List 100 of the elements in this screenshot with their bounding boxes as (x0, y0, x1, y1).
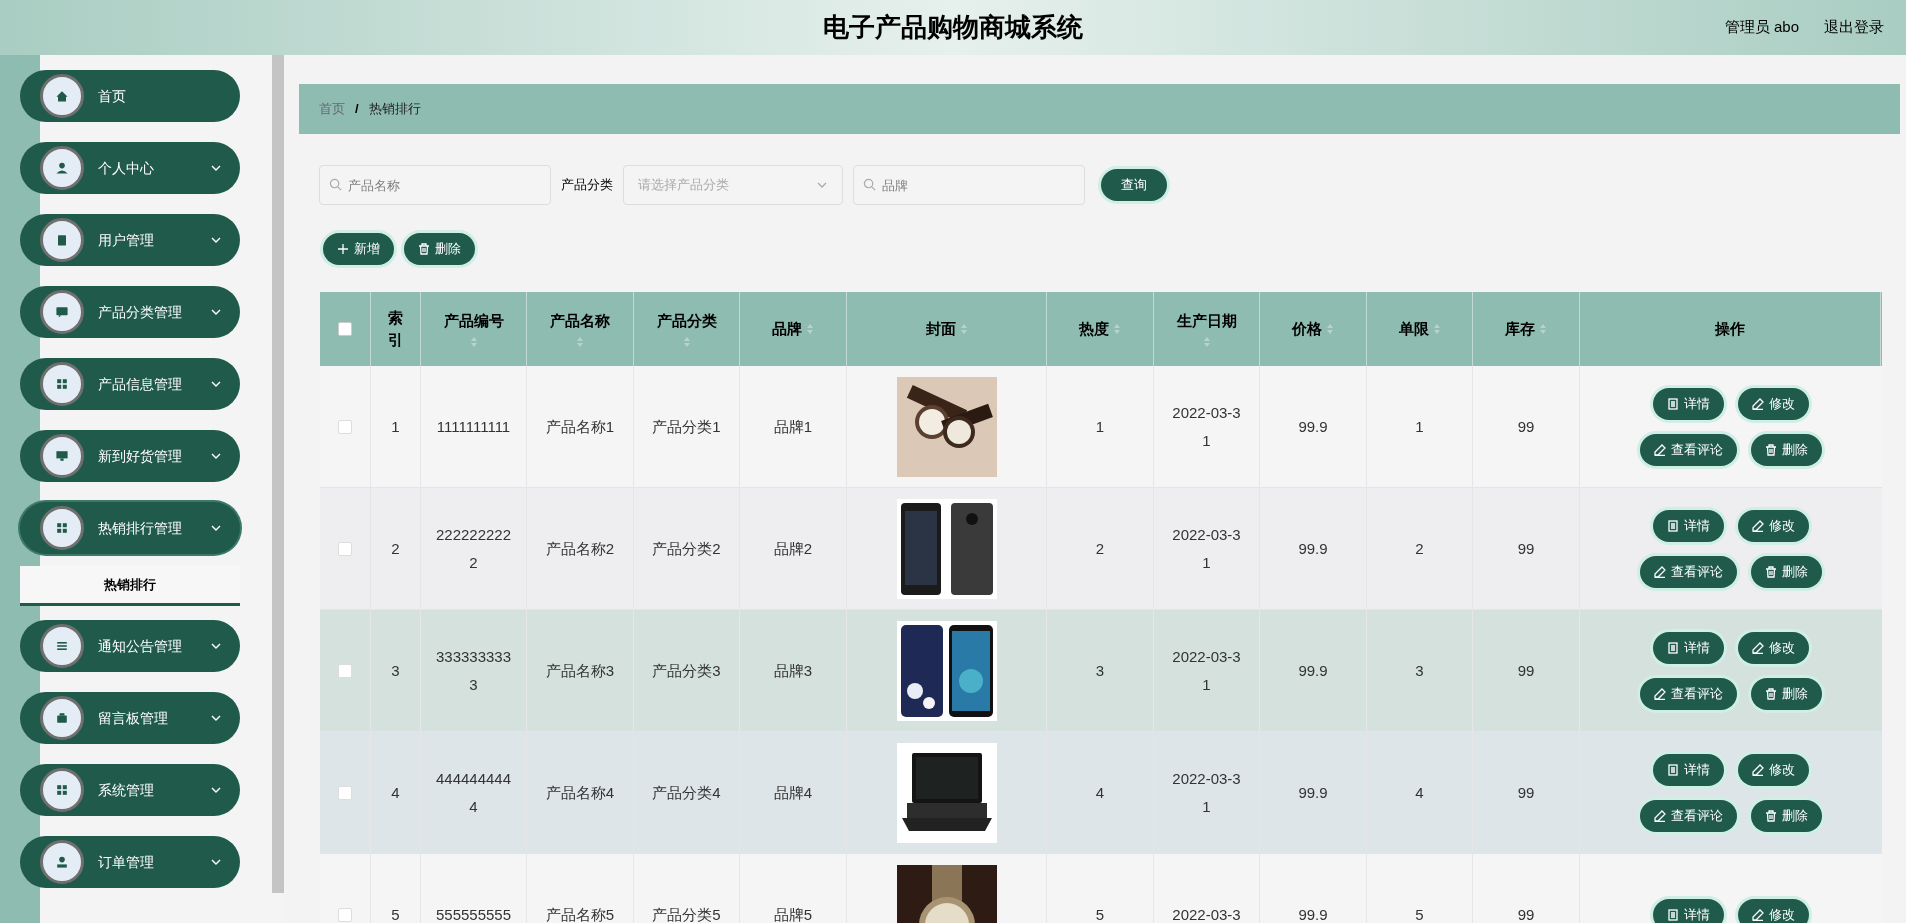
sidebar-item[interactable]: 用户管理 (20, 214, 240, 266)
table-cell-text: 99.9 (1298, 416, 1328, 437)
sort-icon[interactable] (1326, 323, 1334, 335)
sort-icon[interactable] (1432, 323, 1441, 335)
sidebar-item[interactable]: 产品分类管理 (20, 286, 240, 338)
details-button[interactable]: 详情 (1652, 631, 1724, 664)
breadcrumb-link[interactable]: 热销排行 (368, 99, 421, 119)
table-cell-text: 3333333333 (435, 646, 512, 695)
sort-icon[interactable] (1539, 323, 1547, 335)
edit-button[interactable]: 修改 (1737, 631, 1809, 664)
table-cell-text: 4 (391, 782, 400, 803)
column-header: 产品名称 (550, 310, 610, 331)
column-header: 热度 (1079, 318, 1109, 339)
logout-link[interactable]: 退出登录 (1824, 16, 1884, 39)
table-cell-text: 产品名称1 (545, 416, 615, 437)
table-cell-text: 99 (1517, 904, 1535, 923)
row-checkbox[interactable] (338, 907, 352, 922)
details-button[interactable]: 详情 (1652, 753, 1724, 786)
table-row[interactable]: 1 1111111111 产品名称1 产品分类1 品牌1 1 2022-03-31 99.9 1 99 详情 修改 查看评论 删除 (320, 366, 1882, 488)
table-cell-text: 2022-03-31 (1171, 402, 1242, 451)
delete-button[interactable]: 删除 (1750, 799, 1822, 832)
table-cell-text: 99 (1517, 782, 1535, 803)
sidebar-item[interactable]: 热销排行管理 (20, 502, 240, 554)
chat-icon (54, 304, 70, 320)
sidebar-item[interactable]: 留言板管理 (20, 692, 240, 744)
table-row[interactable]: 2 2222222222 产品名称2 产品分类2 品牌2 2 2022-03-31 99.9 2 99 详情 修改 查看评论 删除 (320, 488, 1882, 610)
scrollbar[interactable] (272, 55, 284, 893)
column-header: 操作 (1715, 318, 1745, 339)
delete-button[interactable]: 删除 (404, 233, 475, 265)
row-checkbox[interactable] (338, 785, 352, 800)
table-cell-text: 1111111111 (436, 416, 511, 437)
view-comments-button[interactable]: 查看评论 (1639, 555, 1737, 588)
sort-icon[interactable] (682, 336, 691, 349)
add-button[interactable]: 新增 (323, 233, 394, 265)
table-cell-text: 4 (1415, 782, 1424, 803)
table-cell-text: 1 (1415, 416, 1424, 437)
view-comments-button[interactable]: 查看评论 (1639, 677, 1737, 710)
row-checkbox[interactable] (338, 663, 352, 678)
sort-icon[interactable] (1202, 336, 1211, 349)
pencil-icon (1751, 908, 1764, 921)
edit-button[interactable]: 修改 (1737, 898, 1809, 923)
details-button[interactable]: 详情 (1652, 509, 1724, 542)
view-comments-button[interactable]: 查看评论 (1639, 799, 1737, 832)
pencil-icon (1653, 565, 1666, 578)
sidebar-item[interactable]: 首页 (20, 70, 240, 122)
delete-button[interactable]: 删除 (1750, 555, 1822, 588)
sort-icon[interactable] (469, 336, 478, 349)
row-checkbox[interactable] (338, 541, 352, 556)
sort-icon[interactable] (959, 323, 968, 335)
product-name-field[interactable]: 产品名称 (319, 165, 551, 205)
sidebar-item[interactable]: 新到好货管理 (20, 430, 240, 482)
sidebar-item[interactable]: 订单管理 (20, 836, 240, 888)
sidebar-item[interactable]: 产品信息管理 (20, 358, 240, 410)
table-cell-text: 产品名称3 (545, 660, 615, 681)
submenu-item[interactable]: 热销排行 (20, 566, 240, 606)
edit-button[interactable]: 修改 (1737, 509, 1809, 542)
edit-button[interactable]: 修改 (1737, 387, 1809, 420)
delete-button[interactable]: 删除 (1750, 433, 1822, 466)
table-cell-text: 3 (1095, 660, 1105, 681)
sidebar-item[interactable]: 个人中心 (20, 142, 240, 194)
sidebar-item[interactable]: 系统管理 (20, 764, 240, 816)
pencil-icon (1653, 687, 1666, 700)
grid-icon (54, 376, 70, 392)
sort-icon[interactable] (1113, 323, 1121, 335)
column-header: 品牌 (772, 318, 802, 339)
delete-button[interactable]: 删除 (1750, 677, 1822, 710)
table-cell-text: 4 (1095, 782, 1105, 803)
table-row[interactable]: 3 3333333333 产品名称3 产品分类3 品牌3 3 2022-03-31 99.9 3 99 详情 修改 查看评论 删除 (320, 610, 1882, 732)
view-comments-button[interactable]: 查看评论 (1639, 433, 1737, 466)
brand-field[interactable]: 品牌 (853, 165, 1085, 205)
table-cell-text: 4444444444 (435, 768, 512, 817)
details-button[interactable]: 详情 (1652, 387, 1724, 420)
table-cell-text: 产品分类3 (652, 660, 721, 681)
pencil-icon (1751, 519, 1764, 532)
pencil-icon (1653, 809, 1666, 822)
details-button[interactable]: 详情 (1652, 898, 1724, 923)
table-cell-text: 5 (1095, 904, 1105, 923)
table-cell-text: 产品名称5 (545, 904, 615, 923)
person-icon (54, 854, 70, 870)
sidebar-item[interactable]: 通知公告管理 (20, 620, 240, 672)
table-cell-text: 产品分类5 (652, 904, 721, 923)
table-row[interactable]: 4 4444444444 产品名称4 产品分类4 品牌4 4 2022-03-31 99.9 4 99 详情 修改 查看评论 删除 (320, 732, 1882, 854)
select-all-checkbox[interactable] (338, 322, 352, 336)
table-cell-text: 99 (1517, 538, 1535, 559)
edit-button[interactable]: 修改 (1737, 753, 1809, 786)
pencil-icon (1751, 763, 1764, 776)
column-header: 生产日期 (1176, 310, 1237, 331)
table-cell-text: 2022-03-31 (1171, 646, 1242, 695)
row-checkbox[interactable] (338, 419, 352, 434)
sort-icon[interactable] (806, 323, 814, 335)
table-cell-text: 3 (1415, 660, 1424, 681)
table-cell-text: 2 (1415, 538, 1424, 559)
table-cell-text: 99 (1517, 416, 1535, 437)
table-cell-text: 99.9 (1298, 904, 1328, 923)
table-cell-text: 2022-03-31 (1171, 524, 1242, 573)
sort-icon[interactable] (576, 336, 584, 349)
query-button[interactable]: 查询 (1101, 169, 1167, 201)
table-cell-text: 品牌3 (773, 660, 813, 681)
pencil-icon (1653, 443, 1666, 456)
grid-icon (54, 520, 70, 536)
